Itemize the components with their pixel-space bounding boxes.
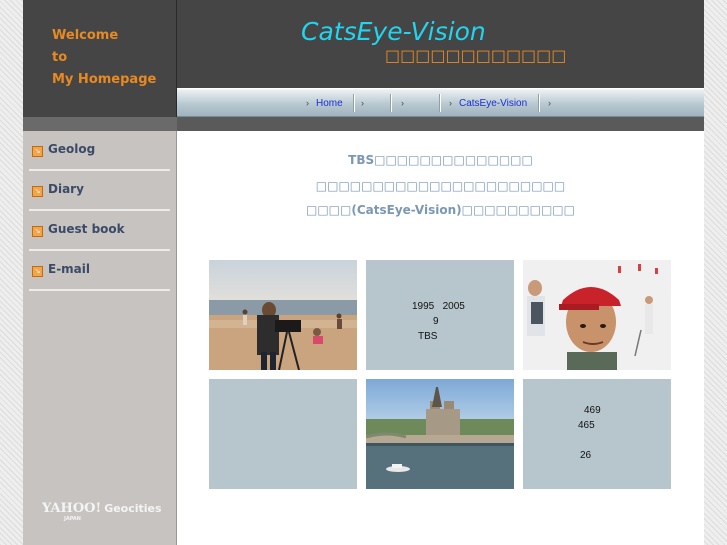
nav-separator — [390, 94, 392, 112]
sidebar-item-label: E-mail — [48, 262, 91, 276]
photo-notre-dame[interactable] — [366, 379, 514, 489]
intro-line-3: □□□□(CatsEye-Vision)□□□□□□□□□□ — [306, 203, 575, 217]
arrow-box-icon: ↘ — [32, 186, 43, 197]
intro-line-2: □□□□□□□□□□□□□□□□□□□□□□ — [315, 179, 566, 193]
header-banner: CatsEye-Vision □□□□□□□□□□□□ — [177, 0, 704, 88]
sidebar-item-geolog[interactable]: ↘ Geolog — [29, 133, 170, 171]
page-container: Welcome to My Homepage CatsEye-Vision □□… — [23, 0, 704, 545]
welcome-box: Welcome to My Homepage — [23, 0, 177, 117]
nav-separator — [439, 94, 441, 112]
career-number: 9 — [433, 316, 439, 327]
beach-camera-image — [209, 260, 357, 370]
chevron-right-icon: › — [306, 98, 309, 108]
arrow-box-icon: ↘ — [32, 266, 43, 277]
main-content: TBS□□□□□□□□□□□□□□ □□□□□□□□□□□□□□□□□□□□□□… — [177, 131, 704, 545]
chevron-right-icon: › — [361, 98, 364, 108]
nav-separator — [353, 94, 355, 112]
nav-label-catseye-vision: CatsEye-Vision — [459, 98, 528, 109]
chevron-right-icon: › — [401, 98, 404, 108]
site-title: CatsEye-Vision — [301, 17, 486, 46]
nav-label-home: Home — [316, 98, 343, 109]
nav-item-5[interactable]: › — [546, 95, 580, 112]
sidebar-item-label: Diary — [48, 182, 84, 196]
nav-item-catseye-vision[interactable]: › CatsEye-Vision — [447, 95, 527, 112]
welcome-line-3: My Homepage — [52, 72, 157, 87]
info-tile-stats: 469 465 26 — [523, 379, 671, 489]
notre-dame-image — [366, 379, 514, 489]
divider-strip-left — [23, 117, 177, 131]
career-years: 1995 2005 — [412, 301, 465, 312]
intro-line-1: TBS□□□□□□□□□□□□□□ — [348, 153, 533, 167]
sidebar-item-email[interactable]: ↘ E-mail — [29, 253, 170, 291]
career-company: TBS — [418, 331, 438, 342]
yahoo-logo-text: YAHOO! — [42, 501, 102, 516]
site-subtitle: □□□□□□□□□□□□ — [385, 46, 567, 65]
chevron-right-icon: › — [449, 98, 452, 108]
chevron-right-icon: › — [548, 98, 551, 108]
nav-item-2[interactable]: › — [359, 95, 393, 112]
arrow-box-icon: ↘ — [32, 226, 43, 237]
welcome-line-2: to — [52, 50, 68, 65]
nav-bar: › Home › › › CatsEye-Vision › — [177, 89, 704, 117]
stat-value-3: 26 — [580, 450, 592, 461]
info-tile-career: 1995 2005 9 TBS — [366, 260, 514, 370]
yahoo-geocities-logo[interactable]: YAHOO! Geocities JAPAN — [42, 501, 162, 523]
sidebar-item-guest-book[interactable]: ↘ Guest book — [29, 213, 170, 251]
stat-value-1: 469 — [584, 405, 601, 416]
photo-beach-camera[interactable] — [209, 260, 357, 370]
divider-strip — [23, 117, 704, 131]
arrow-box-icon: ↘ — [32, 146, 43, 157]
photo-portrait[interactable] — [523, 260, 671, 370]
sidebar-item-label: Geolog — [48, 142, 96, 156]
sidebar-item-diary[interactable]: ↘ Diary — [29, 173, 170, 211]
japan-logo-text: JAPAN — [64, 516, 81, 522]
sidebar: ↘ Geolog ↘ Diary ↘ Guest book ↘ E-mail Y… — [23, 131, 177, 545]
sidebar-item-label: Guest book — [48, 222, 125, 236]
nav-item-home[interactable]: › Home — [304, 95, 343, 112]
nav-separator — [538, 94, 540, 112]
stat-value-2: 465 — [578, 420, 595, 431]
welcome-line-1: Welcome — [52, 28, 119, 43]
empty-tile — [209, 379, 357, 489]
portrait-image — [523, 260, 671, 370]
geocities-logo-text: Geocities — [104, 502, 162, 515]
